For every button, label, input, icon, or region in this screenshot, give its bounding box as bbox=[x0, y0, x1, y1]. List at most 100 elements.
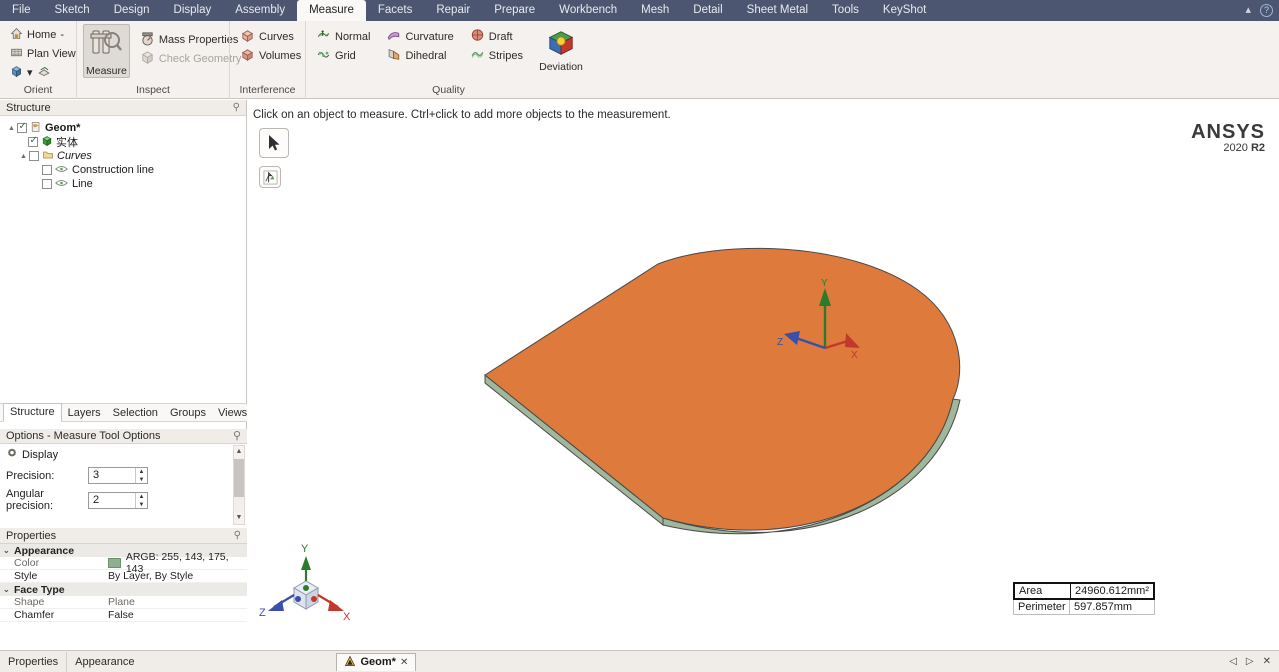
expander-icon[interactable]: ▲ bbox=[18, 153, 29, 160]
properties-category-face-type[interactable]: ⌄ Face Type bbox=[0, 583, 247, 596]
expander-icon[interactable]: ▲ bbox=[6, 125, 17, 132]
options-display-section[interactable]: Display bbox=[0, 444, 247, 465]
selected-face bbox=[484, 247, 961, 531]
document-tab-geom[interactable]: Geom* ✕ bbox=[336, 652, 417, 671]
measurement-readout[interactable]: Area 24960.612mm² Perimeter 597.857mm bbox=[1013, 582, 1155, 615]
tab-layers[interactable]: Layers bbox=[62, 404, 107, 422]
menu-item-tools[interactable]: Tools bbox=[820, 0, 871, 21]
menu-item-workbench[interactable]: Workbench bbox=[547, 0, 629, 21]
home-label: Home bbox=[27, 28, 57, 41]
ribbon-group-orient-body: Home - Plan View ▾ bbox=[0, 21, 76, 84]
home-button[interactable]: Home - bbox=[6, 25, 80, 44]
property-key: Style bbox=[14, 570, 38, 582]
tab-structure[interactable]: Structure bbox=[3, 403, 62, 422]
normal-button[interactable]: Normal bbox=[312, 27, 374, 46]
menu-item-keyshot[interactable]: KeyShot bbox=[871, 0, 938, 21]
plan-view-button[interactable]: Plan View bbox=[6, 44, 80, 63]
property-row-shape[interactable]: Shape Plane bbox=[0, 596, 247, 609]
angular-precision-value[interactable]: 2 bbox=[89, 493, 135, 508]
precision-stepper-arrows[interactable]: ▲ ▼ bbox=[135, 468, 147, 483]
menu-item-mesh[interactable]: Mesh bbox=[629, 0, 681, 21]
deviation-button[interactable]: Deviation bbox=[537, 27, 585, 73]
precision-value[interactable]: 3 bbox=[89, 468, 135, 483]
measurement-row-perimeter[interactable]: Perimeter 597.857mm bbox=[1013, 600, 1155, 615]
bottom-tab-properties[interactable]: Properties bbox=[0, 651, 68, 672]
menu-item-facets[interactable]: Facets bbox=[366, 0, 425, 21]
measurement-row-area[interactable]: Area 24960.612mm² bbox=[1013, 582, 1155, 600]
curvature-button[interactable]: Curvature bbox=[382, 27, 457, 46]
tree-checkbox[interactable] bbox=[28, 135, 38, 147]
menu-item-file[interactable]: File bbox=[0, 0, 43, 21]
property-row-color[interactable]: Color ARGB: 255, 143, 175, 143 bbox=[0, 551, 247, 575]
tree-node-line[interactable]: Line bbox=[0, 177, 246, 191]
close-tab-icon[interactable]: ✕ bbox=[1263, 656, 1271, 667]
spin-icon[interactable] bbox=[37, 65, 51, 81]
view-cube-dropdown-icon[interactable]: ▾ bbox=[27, 66, 33, 79]
tree-node-construction-line[interactable]: Construction line bbox=[0, 163, 246, 177]
stepper-up-icon[interactable]: ▲ bbox=[136, 468, 147, 476]
measurement-value: 24960.612mm² bbox=[1075, 585, 1149, 597]
bottom-tab-appearance[interactable]: Appearance bbox=[67, 652, 142, 672]
pin-icon[interactable]: ⚲ bbox=[233, 100, 240, 116]
structure-tab-strip: Structure Layers Selection Groups Views bbox=[0, 403, 247, 422]
menu-item-design[interactable]: Design bbox=[102, 0, 162, 21]
chevron-up-icon[interactable]: ▲ bbox=[234, 446, 244, 458]
stripes-button[interactable]: Stripes bbox=[466, 46, 527, 65]
prev-tab-icon[interactable]: ◁ bbox=[1229, 656, 1237, 667]
menu-item-detail[interactable]: Detail bbox=[681, 0, 734, 21]
menu-item-sheet-metal[interactable]: Sheet Metal bbox=[735, 0, 820, 21]
grid-button[interactable]: Grid bbox=[312, 46, 374, 65]
draft-button[interactable]: Draft bbox=[466, 27, 527, 46]
view-cube-button[interactable]: ▾ bbox=[6, 63, 80, 82]
model-graphics[interactable]: Y X Z Y X Z bbox=[248, 100, 1279, 650]
tab-selection[interactable]: Selection bbox=[107, 404, 164, 422]
menu-item-sketch[interactable]: Sketch bbox=[43, 0, 102, 21]
precision-stepper[interactable]: 3 ▲ ▼ bbox=[88, 467, 148, 484]
tree-checkbox[interactable] bbox=[29, 151, 39, 161]
ribbon-group-inspect: Measure Mass Properties Check Geometry I… bbox=[76, 21, 241, 99]
dihedral-button[interactable]: Dihedral bbox=[382, 46, 457, 65]
ribbon: Home - Plan View ▾ Orient Measure Mass P… bbox=[0, 21, 1279, 99]
angular-precision-stepper[interactable]: 2 ▲ ▼ bbox=[88, 491, 148, 509]
close-icon[interactable]: ✕ bbox=[400, 657, 408, 668]
menu-item-prepare[interactable]: Prepare bbox=[482, 0, 547, 21]
ribbon-group-quality: Normal Grid Curvature Dihedral Draft Str… bbox=[305, 21, 591, 99]
pin-icon[interactable]: ⚲ bbox=[234, 528, 241, 544]
options-panel-title: Options - Measure Tool Options bbox=[6, 430, 161, 442]
tab-views[interactable]: Views bbox=[212, 404, 253, 422]
tree-node-geom[interactable]: ▲ Geom* bbox=[0, 121, 246, 135]
stepper-down-icon[interactable]: ▼ bbox=[136, 476, 147, 484]
property-row-style[interactable]: Style By Layer, By Style bbox=[0, 570, 247, 583]
chevron-down-icon[interactable]: ⌄ bbox=[3, 585, 14, 594]
color-swatch[interactable] bbox=[108, 558, 121, 568]
chevron-down-icon[interactable]: ▼ bbox=[234, 512, 244, 524]
stepper-up-icon[interactable]: ▲ bbox=[136, 493, 147, 501]
options-scrollbar[interactable]: ▲ ▼ bbox=[233, 445, 245, 525]
stepper-down-icon[interactable]: ▼ bbox=[136, 501, 147, 509]
pin-icon[interactable]: ⚲ bbox=[233, 429, 241, 443]
curves-button[interactable]: Curves bbox=[236, 27, 305, 46]
check-geometry-icon bbox=[140, 50, 155, 68]
menu-item-display[interactable]: Display bbox=[162, 0, 224, 21]
home-dropdown-icon[interactable]: - bbox=[60, 29, 64, 41]
scrollbar-thumb[interactable] bbox=[234, 459, 244, 497]
deviation-button-label: Deviation bbox=[539, 61, 583, 73]
tree-checkbox[interactable] bbox=[42, 179, 52, 189]
menu-item-repair[interactable]: Repair bbox=[424, 0, 482, 21]
next-tab-icon[interactable]: ▷ bbox=[1246, 656, 1254, 667]
measure-button[interactable]: Measure bbox=[83, 24, 130, 78]
menu-item-measure[interactable]: Measure bbox=[297, 0, 366, 21]
tab-groups[interactable]: Groups bbox=[164, 404, 212, 422]
graphics-viewport[interactable]: Click on an object to measure. Ctrl+clic… bbox=[248, 100, 1279, 650]
chevron-up-icon[interactable]: ▴ bbox=[1245, 5, 1251, 16]
tree-node-solid-body[interactable]: 实体 bbox=[0, 135, 246, 149]
tree-checkbox[interactable] bbox=[42, 165, 52, 175]
chevron-down-icon[interactable]: ⌄ bbox=[3, 546, 14, 555]
tree-checkbox[interactable] bbox=[17, 121, 27, 133]
menu-item-assembly[interactable]: Assembly bbox=[223, 0, 297, 21]
angular-precision-stepper-arrows[interactable]: ▲ ▼ bbox=[135, 492, 147, 509]
tree-node-curves[interactable]: ▲ Curves bbox=[0, 149, 246, 163]
property-row-chamfer[interactable]: Chamfer False bbox=[0, 609, 247, 622]
help-icon[interactable]: ? bbox=[1260, 4, 1273, 17]
volumes-button[interactable]: Volumes bbox=[236, 46, 305, 65]
